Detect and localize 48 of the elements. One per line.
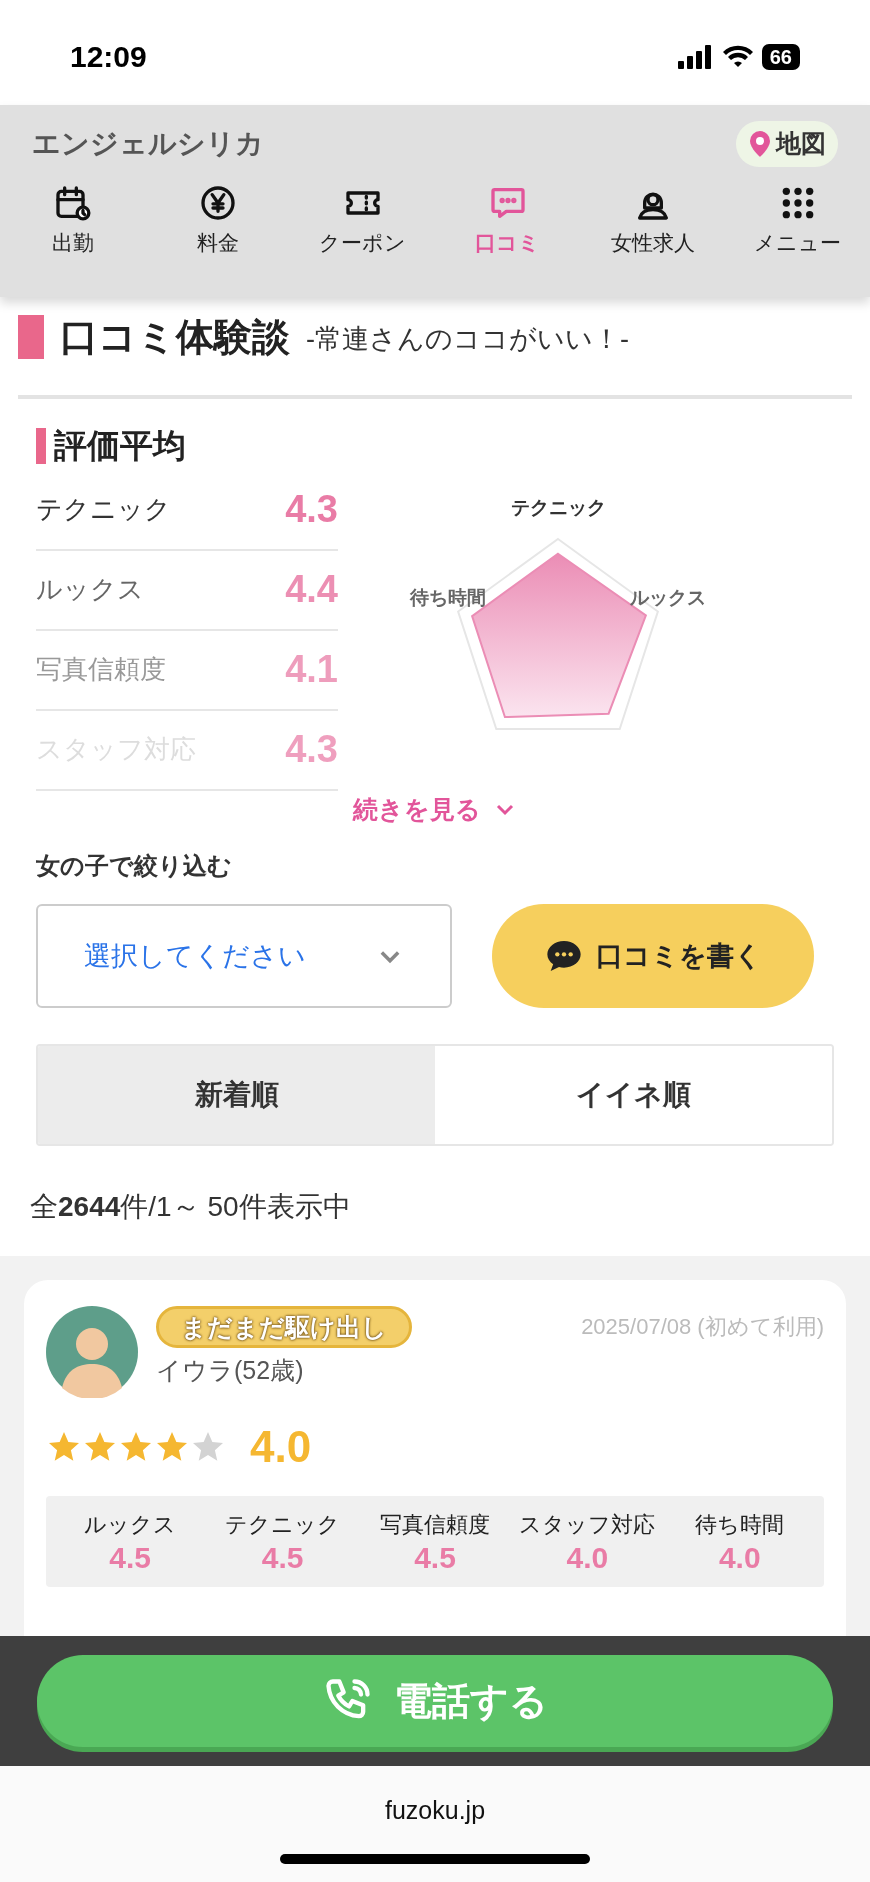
score-label: 写真信頼度	[380, 1511, 490, 1539]
reviewer-name: イウラ(52歳)	[156, 1355, 305, 1386]
radar-label: テクニック	[510, 496, 606, 518]
map-button[interactable]: 地図	[736, 121, 838, 167]
rating-label: 写真信頼度	[36, 653, 166, 686]
rating-label: ルックス	[36, 573, 144, 606]
score-value: 4.5	[414, 1541, 456, 1575]
score-value: 4.0	[566, 1541, 609, 1575]
nav-tab[interactable]: 出勤	[0, 182, 145, 258]
rating-value: 4.3	[285, 727, 338, 772]
score-label: スタッフ対応	[519, 1511, 656, 1539]
rating-value: 4.1	[285, 647, 338, 692]
score-label: 待ち時間	[695, 1511, 785, 1539]
url-text: fuzoku.jp	[384, 1795, 486, 1826]
shop-name: エンジェルシリカ	[32, 126, 264, 161]
review-date: 2025/07/08 (初めて利用)	[581, 1313, 824, 1341]
show-more-link[interactable]: 続きを見る	[353, 790, 517, 828]
review-score: 4.0	[250, 1421, 312, 1473]
radar-label: ルックス	[630, 586, 706, 608]
score-value: 4.0	[718, 1541, 761, 1575]
write-review-button[interactable]: 口コミを書く	[492, 904, 814, 1008]
battery-indicator: 66	[761, 43, 800, 70]
nav-tab[interactable]: メニュー	[725, 182, 870, 258]
page-subtitle: -常連さんのココがいい！-	[306, 322, 629, 356]
nav-tab[interactable]: 料金	[145, 182, 290, 258]
nav-tab[interactable]: クーポン	[290, 182, 435, 258]
sort-tab[interactable]: 新着順	[38, 1046, 435, 1144]
rating-value: 4.4	[285, 567, 338, 612]
heading-accent-bar	[36, 427, 46, 464]
rating-value: 4.3	[285, 487, 338, 532]
girl-select[interactable]: 選択してください	[36, 904, 452, 1008]
filter-label: 女の子で絞り込む	[35, 851, 233, 881]
page-title: 口コミ体験談	[60, 314, 290, 360]
radar-label: 待ち時間	[410, 586, 486, 608]
score-label: テクニック	[225, 1511, 341, 1539]
nav-tab[interactable]: 女性求人	[580, 182, 725, 258]
score-label: ルックス	[84, 1511, 177, 1539]
score-value: 4.5	[109, 1541, 152, 1575]
rank-badge: まだまだ駆け出し	[156, 1306, 412, 1348]
signal-icon	[677, 44, 714, 69]
wifi-icon	[721, 44, 754, 69]
score-value: 4.5	[261, 1541, 304, 1575]
rating-label: テクニック	[36, 493, 171, 526]
section-heading: 評価平均	[54, 426, 186, 466]
status-time: 12:09	[70, 39, 147, 75]
result-count: 全2644件/1～ 50件表示中	[29, 1190, 352, 1224]
pin-icon	[748, 129, 772, 158]
title-accent-bar	[18, 315, 44, 359]
